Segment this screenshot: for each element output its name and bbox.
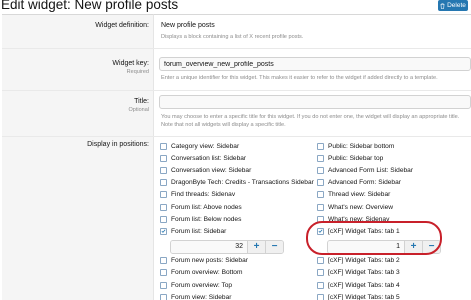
checkbox[interactable] bbox=[160, 269, 167, 277]
checkbox[interactable] bbox=[160, 257, 167, 265]
position-option-label: [cXF] Widget Tabs: tab 2 bbox=[328, 257, 400, 265]
position-option[interactable]: Advanced Form: Sidebar bbox=[317, 178, 401, 188]
position-option[interactable]: [cXF] Widget Tabs: tab 4 bbox=[317, 280, 400, 290]
widget-key-label: Widget key: bbox=[112, 60, 149, 67]
delete-button[interactable]: Delete bbox=[438, 0, 468, 11]
position-option-label: Public: Sidebar top bbox=[328, 154, 384, 162]
checkbox[interactable] bbox=[317, 179, 324, 187]
widget-definition-description: Displays a block containing a list of X … bbox=[161, 34, 304, 40]
position-option-label: [cXF] Widget Tabs: tab 4 bbox=[328, 281, 400, 289]
position-option-label: Forum list: Below nodes bbox=[171, 215, 242, 223]
position-option[interactable]: Forum view: Sidebar bbox=[160, 292, 231, 300]
position-option[interactable]: Forum list: Sidebar bbox=[160, 226, 226, 236]
checkbox[interactable] bbox=[317, 142, 324, 150]
form-label-column bbox=[2, 14, 154, 300]
position-option[interactable]: Forum overview: Bottom bbox=[160, 268, 242, 278]
position-option[interactable]: What's new: Overview bbox=[317, 202, 393, 212]
widget-key-required: Required bbox=[126, 69, 149, 75]
increment-button[interactable]: + bbox=[247, 240, 265, 253]
title-optional: Optional bbox=[128, 107, 150, 113]
position-option-label: Forum list: Sidebar bbox=[171, 227, 227, 235]
checkbox[interactable] bbox=[160, 215, 167, 223]
checkbox[interactable] bbox=[160, 293, 167, 300]
divider bbox=[2, 90, 471, 91]
position-option[interactable]: [cXF] Widget Tabs: tab 5 bbox=[317, 292, 400, 300]
position-option-label: Advanced Form: Sidebar bbox=[328, 179, 401, 187]
checkbox[interactable] bbox=[317, 293, 324, 300]
position-option[interactable]: Public: Sidebar bottom bbox=[317, 141, 394, 151]
checkbox[interactable] bbox=[160, 191, 167, 199]
position-option[interactable]: Forum list: Below nodes bbox=[160, 214, 241, 224]
checkbox[interactable] bbox=[160, 166, 167, 174]
widget-definition-value: New profile posts bbox=[161, 22, 215, 29]
checkbox-checked[interactable] bbox=[160, 227, 167, 235]
page-title: Edit widget: New profile posts bbox=[1, 0, 179, 12]
widget-key-hint: Enter a unique identifier for this widge… bbox=[161, 75, 438, 81]
position-option-label: Conversation list: Sidebar bbox=[171, 154, 247, 162]
position-option-label: Find threads: Sidenav bbox=[171, 191, 236, 199]
position-option-label: Forum new posts: Sidebar bbox=[171, 257, 248, 265]
checkbox[interactable] bbox=[317, 191, 324, 199]
position-option-label: [cXF] Widget Tabs: tab 5 bbox=[328, 293, 400, 300]
display-order-input[interactable] bbox=[171, 240, 247, 253]
position-option[interactable]: Category view: Sidebar bbox=[160, 141, 239, 151]
position-option[interactable]: Conversation list: Sidebar bbox=[160, 153, 246, 163]
position-option[interactable]: Public: Sidebar top bbox=[317, 153, 383, 163]
checkbox[interactable] bbox=[160, 154, 167, 162]
checkbox[interactable] bbox=[317, 257, 324, 265]
trash-icon bbox=[440, 2, 445, 9]
widget-key-input[interactable] bbox=[159, 57, 471, 71]
checkbox[interactable] bbox=[160, 142, 167, 150]
checkbox[interactable] bbox=[317, 166, 324, 174]
checkbox[interactable] bbox=[160, 179, 167, 187]
position-option[interactable]: Conversation view: Sidebar bbox=[160, 165, 251, 175]
position-option[interactable]: Advanced Form List: Sidebar bbox=[317, 165, 413, 175]
position-option[interactable]: Forum list: Above nodes bbox=[160, 202, 242, 212]
delete-label: Delete bbox=[447, 2, 466, 9]
decrement-button[interactable]: − bbox=[265, 240, 283, 253]
position-option[interactable]: Thread view: Sidebar bbox=[317, 190, 390, 200]
divider bbox=[2, 136, 471, 137]
position-option[interactable]: Find threads: Sidenav bbox=[160, 190, 235, 200]
checkbox[interactable] bbox=[317, 154, 324, 162]
display-positions-label: Display in positions: bbox=[87, 141, 149, 148]
position-option-label: What's new: Overview bbox=[328, 203, 394, 211]
position-option-label: Advanced Form List: Sidebar bbox=[328, 166, 414, 174]
title-input[interactable] bbox=[159, 95, 471, 109]
position-option[interactable]: [cXF] Widget Tabs: tab 2 bbox=[317, 256, 400, 266]
position-option-label: Public: Sidebar bottom bbox=[328, 142, 395, 150]
position-option-label: Forum view: Sidebar bbox=[171, 293, 232, 300]
position-option[interactable]: [cXF] Widget Tabs: tab 3 bbox=[317, 268, 400, 278]
checkbox[interactable] bbox=[160, 203, 167, 211]
position-option-label: Forum list: Above nodes bbox=[171, 203, 242, 211]
position-option-label: Forum overview: Bottom bbox=[171, 269, 243, 277]
checkbox[interactable] bbox=[317, 203, 324, 211]
position-option-label: DragonByte Tech: Credits - Transactions … bbox=[171, 179, 314, 187]
annotation-highlight-circle bbox=[306, 221, 442, 255]
position-option[interactable]: Forum overview: Top bbox=[160, 280, 232, 290]
position-option-label: Forum overview: Top bbox=[171, 281, 233, 289]
display-order-stepper[interactable]: +− bbox=[170, 239, 284, 254]
title-hint-line1: You may choose to enter a specific title… bbox=[161, 114, 460, 120]
checkbox[interactable] bbox=[160, 281, 167, 289]
checkbox[interactable] bbox=[317, 281, 324, 289]
position-option-label: Thread view: Sidebar bbox=[328, 191, 391, 199]
position-option[interactable]: Forum new posts: Sidebar bbox=[160, 256, 248, 266]
widget-definition-label: Widget definition: bbox=[95, 22, 149, 29]
title-label: Title: bbox=[134, 98, 149, 105]
position-option-label: Category view: Sidebar bbox=[171, 142, 240, 150]
position-option-label: [cXF] Widget Tabs: tab 3 bbox=[328, 269, 400, 277]
position-option-label: Conversation view: Sidebar bbox=[171, 166, 252, 174]
page-header: Edit widget: New profile posts Delete bbox=[0, 0, 471, 13]
title-hint-line2: Note that not all widgets will display a… bbox=[161, 122, 286, 128]
position-option[interactable]: DragonByte Tech: Credits - Transactions … bbox=[160, 178, 314, 188]
checkbox[interactable] bbox=[317, 269, 324, 277]
divider bbox=[2, 48, 471, 49]
